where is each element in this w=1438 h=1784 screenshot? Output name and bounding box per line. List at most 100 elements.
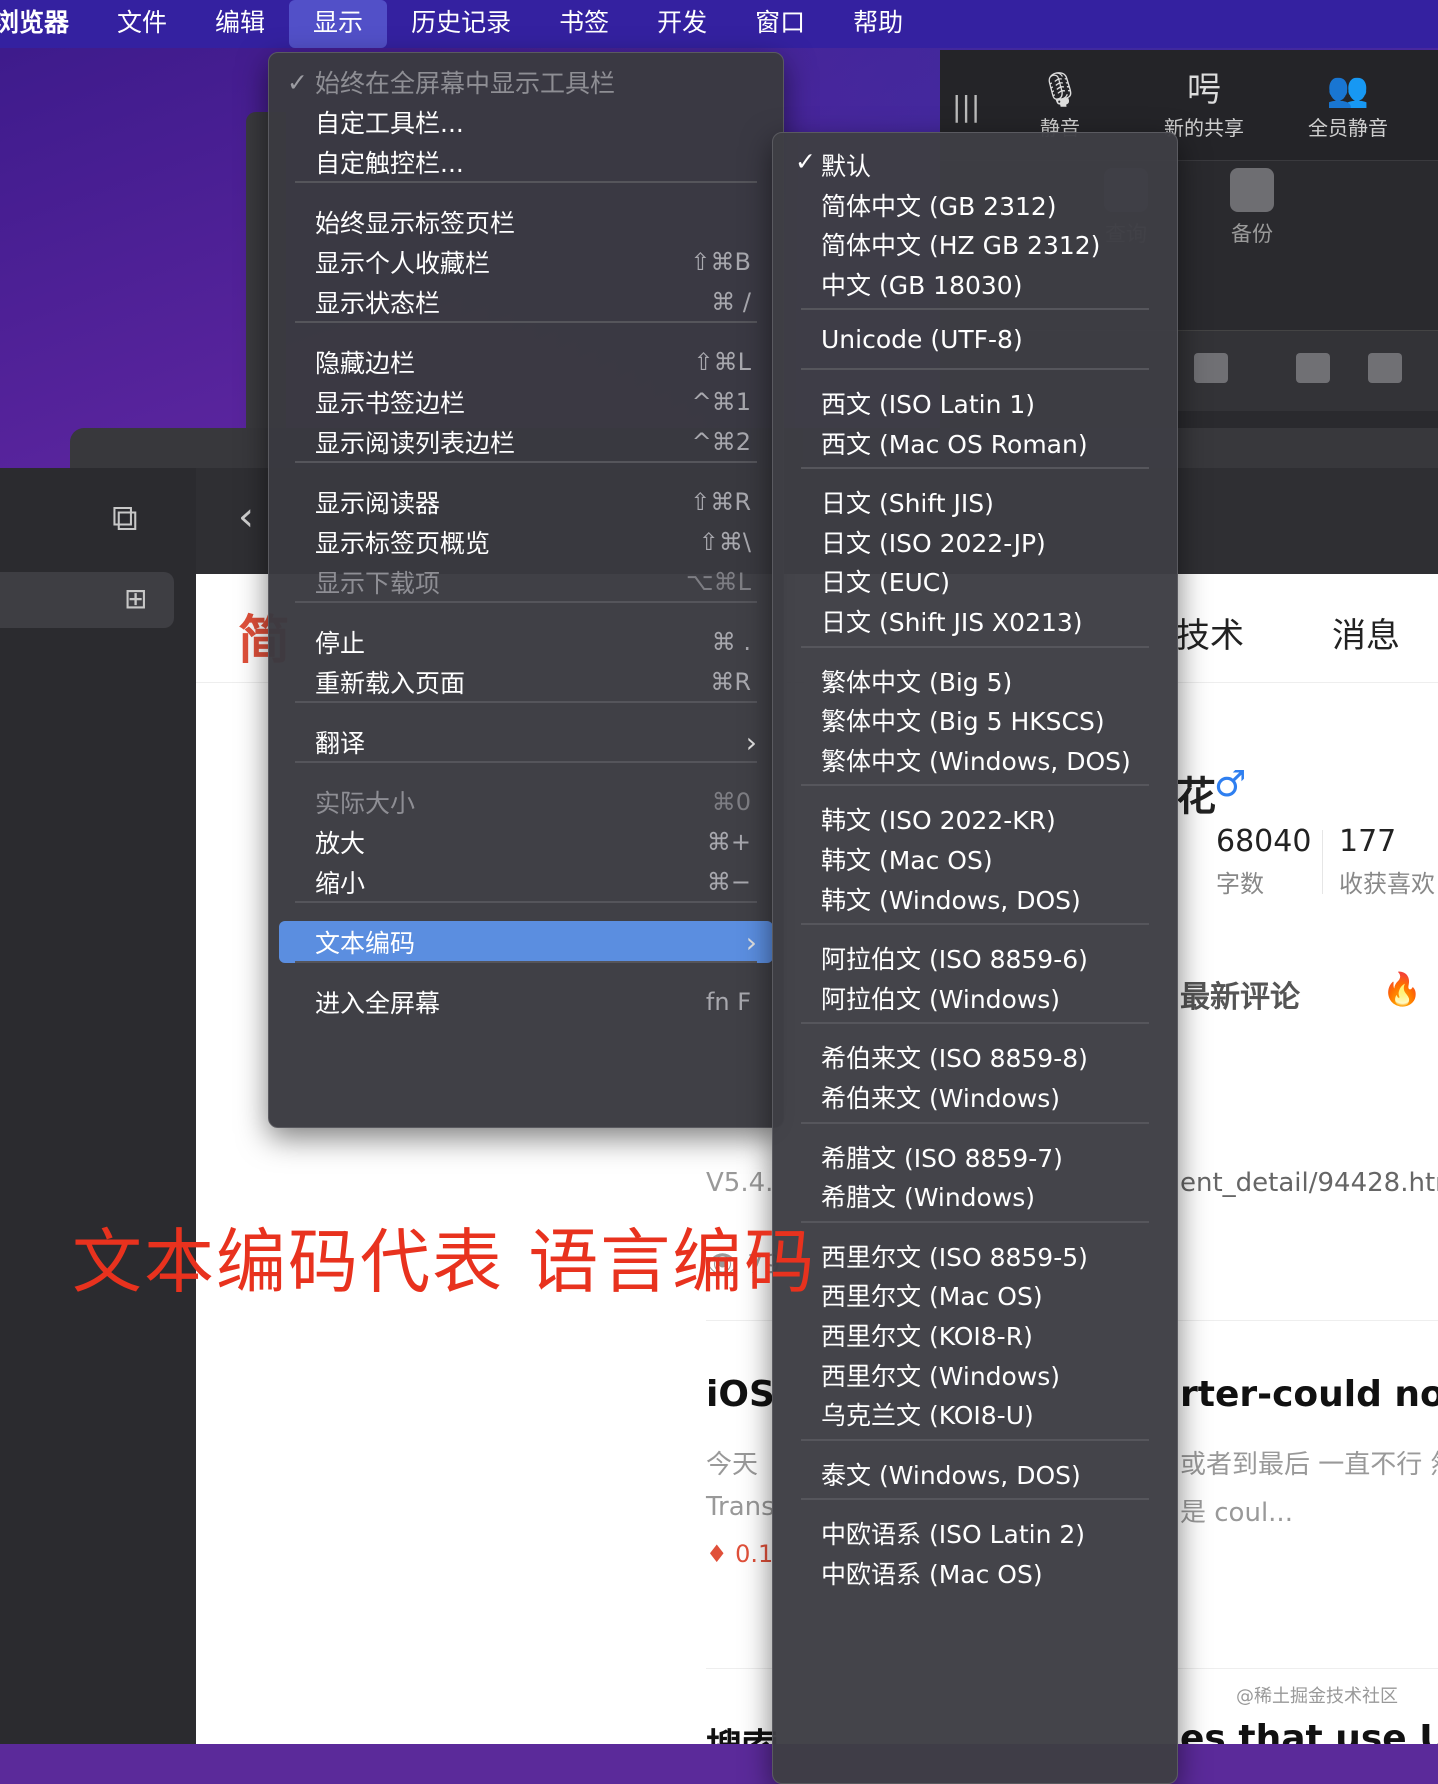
table-export-icon[interactable] bbox=[1368, 353, 1402, 383]
menu-item-show-reader[interactable]: 显示阅读器 ⇧⌘R bbox=[279, 481, 773, 523]
encoding-item[interactable]: 希伯来文 (Windows) bbox=[781, 1073, 1169, 1115]
menu-item-customize-touchbar[interactable]: 自定触控栏... bbox=[279, 141, 773, 183]
encoding-item[interactable]: 西里尔文 (Mac OS) bbox=[781, 1271, 1169, 1313]
menu-item-enter-fullscreen[interactable]: 进入全屏幕 fn F bbox=[279, 981, 773, 1023]
drag-handle-icon[interactable]: ||| bbox=[952, 90, 980, 123]
menu-separator bbox=[801, 1220, 1149, 1223]
sidebar-selected-item[interactable] bbox=[0, 572, 174, 628]
menu-item-hide-sidebar[interactable]: 隐藏边栏 ⇧⌘L bbox=[279, 341, 773, 383]
encoding-item[interactable]: 韩文 (ISO 2022-KR) bbox=[781, 795, 1169, 837]
menubar-item-0[interactable]: 浏览器 bbox=[0, 0, 93, 48]
menu-item-show-reading-list-sidebar[interactable]: 显示阅读列表边栏 ^⌘2 bbox=[279, 421, 773, 463]
encoding-item[interactable]: 阿拉伯文 (Windows) bbox=[781, 974, 1169, 1016]
encoding-item[interactable]: 乌克兰文 (KOI8-U) bbox=[781, 1390, 1169, 1432]
menu-item-actual-size[interactable]: 实际大小 ⌘0 bbox=[279, 781, 773, 823]
menu-separator bbox=[295, 461, 757, 463]
menu-item-always-show-tabbar[interactable]: 始终显示标签页栏 bbox=[279, 201, 773, 243]
text-encoding-submenu: ✓ 默认简体中文 (GB 2312) 简体中文 (HZ GB 2312) 中文 (GB… bbox=[772, 132, 1178, 1784]
encoding-item[interactable]: 希腊文 (ISO 8859-7) bbox=[781, 1133, 1169, 1175]
bottom-article-title-right[interactable]: es that use UIW bbox=[1180, 1718, 1438, 1744]
menu-item-label: 始终显示标签页栏 bbox=[315, 209, 516, 238]
encoding-item[interactable]: 简体中文 (HZ GB 2312) bbox=[781, 220, 1169, 262]
encoding-item[interactable]: 西文 (Mac OS Roman) bbox=[781, 419, 1169, 461]
encoding-item[interactable]: 西里尔文 (KOI8-R) bbox=[781, 1311, 1169, 1353]
menu-item-show-bookmarks-sidebar[interactable]: 显示书签边栏 ^⌘1 bbox=[279, 381, 773, 423]
nav-tech[interactable]: 技术 bbox=[1176, 608, 1244, 657]
encoding-item[interactable]: ✓ 默认 bbox=[781, 141, 1169, 183]
encoding-item[interactable]: 繁体中文 (Windows, DOS) bbox=[781, 736, 1169, 778]
menu-item-zoom-in[interactable]: 放大 ⌘+ bbox=[279, 821, 773, 863]
menubar-item-5[interactable]: 书签 bbox=[535, 0, 633, 48]
encoding-item[interactable]: 中文 (GB 18030) bbox=[781, 260, 1169, 302]
encoding-item[interactable]: 繁体中文 (Big 5) bbox=[781, 657, 1169, 699]
menu-item-always-show-toolbar[interactable]: ✓ 始终在全屏幕中显示工具栏 bbox=[279, 61, 773, 103]
url-text[interactable]: ent_detail/94428.htm bbox=[1180, 1168, 1438, 1198]
encoding-item[interactable]: 韩文 (Mac OS) bbox=[781, 835, 1169, 877]
new-share-button[interactable]: 呺 新的共享 bbox=[1144, 68, 1264, 141]
encoding-item[interactable]: Unicode (UTF-8) bbox=[781, 319, 1169, 361]
mute-button[interactable]: 🎙 静音 bbox=[1000, 68, 1120, 141]
encoding-item[interactable]: 希腊文 (Windows) bbox=[781, 1172, 1169, 1214]
encoding-item-label: 日文 (ISO 2022-JP) bbox=[821, 528, 1046, 558]
menu-item-label: 显示阅读器 bbox=[315, 489, 441, 518]
encoding-item-label: 繁体中文 (Big 5) bbox=[821, 667, 1013, 697]
article-title-right[interactable]: rter-could not d bbox=[1180, 1374, 1438, 1415]
encoding-item[interactable]: 中欧语系 (Mac OS) bbox=[781, 1549, 1169, 1591]
menu-item-zoom-out[interactable]: 缩小 ⌘− bbox=[279, 861, 773, 903]
menu-separator bbox=[801, 1022, 1149, 1025]
menubar-item-7[interactable]: 窗口 bbox=[731, 0, 829, 48]
table-delete-icon[interactable] bbox=[1194, 353, 1228, 383]
encoding-item[interactable]: 韩文 (Windows, DOS) bbox=[781, 875, 1169, 917]
menubar-item-6[interactable]: 开发 bbox=[633, 0, 731, 48]
menu-item-label: 显示个人收藏栏 bbox=[315, 249, 491, 278]
menubar-item-8[interactable]: 帮助 bbox=[829, 0, 927, 48]
latest-comments-tab[interactable]: 最新评论 bbox=[1180, 972, 1300, 1016]
encoding-item[interactable]: 西里尔文 (Windows) bbox=[781, 1351, 1169, 1393]
encoding-item[interactable]: 日文 (Shift JIS X0213) bbox=[781, 597, 1169, 639]
menu-item-show-favorites-bar[interactable]: 显示个人收藏栏 ⇧⌘B bbox=[279, 241, 773, 283]
encoding-item[interactable]: 泰文 (Windows, DOS) bbox=[781, 1450, 1169, 1492]
browser-sidebar: ⧉ ⊞ bbox=[0, 468, 197, 1744]
menu-item-translate[interactable]: 翻译 › bbox=[279, 721, 773, 763]
menu-item-text-encoding[interactable]: 文本编码 › bbox=[279, 921, 773, 963]
encoding-item[interactable]: 阿拉伯文 (ISO 8859-6) bbox=[781, 934, 1169, 976]
menubar-item-1[interactable]: 文件 bbox=[93, 0, 191, 48]
grid-icon[interactable]: ⊞ bbox=[124, 582, 147, 615]
encoding-item-label: 西里尔文 (ISO 8859-5) bbox=[821, 1242, 1088, 1272]
backup-button[interactable]: 备份 bbox=[1192, 168, 1312, 248]
encoding-item[interactable]: 希伯来文 (ISO 8859-8) bbox=[781, 1033, 1169, 1075]
table-refresh-icon[interactable] bbox=[1296, 353, 1330, 383]
menu-item-stop[interactable]: 停止 ⌘ . bbox=[279, 621, 773, 663]
encoding-item[interactable]: 中欧语系 (ISO Latin 2) bbox=[781, 1509, 1169, 1551]
new-tab-group-icon[interactable]: ⧉ bbox=[112, 498, 138, 540]
back-chevron-icon[interactable]: ‹ bbox=[238, 494, 254, 540]
menu-item-show-status-bar[interactable]: 显示状态栏 ⌘ / bbox=[279, 281, 773, 323]
menu-item-shortcut: ^⌘2 bbox=[691, 428, 751, 456]
menu-item-shortcut: ⇧⌘L bbox=[693, 348, 751, 376]
encoding-item-label: 西里尔文 (Mac OS) bbox=[821, 1282, 1043, 1312]
menu-separator bbox=[295, 601, 757, 603]
encoding-item[interactable]: 日文 (Shift JIS) bbox=[781, 478, 1169, 520]
nav-messages[interactable]: 消息 bbox=[1332, 608, 1400, 657]
menubar-item-4[interactable]: 历史记录 bbox=[387, 0, 535, 48]
bottom-article-title[interactable]: 搜索 bbox=[706, 1718, 778, 1744]
fire-icon[interactable]: 🔥 bbox=[1382, 970, 1422, 1008]
encoding-item[interactable]: 西文 (ISO Latin 1) bbox=[781, 379, 1169, 421]
mute-all-button[interactable]: 👥 全员静音 bbox=[1288, 68, 1408, 141]
menu-item-show-downloads[interactable]: 显示下载项 ⌥⌘L bbox=[279, 561, 773, 603]
encoding-item[interactable]: 简体中文 (GB 2312) bbox=[781, 181, 1169, 223]
male-gender-icon: ♂ bbox=[1214, 764, 1247, 805]
menu-item-reload-page[interactable]: 重新载入页面 ⌘R bbox=[279, 661, 773, 703]
encoding-item-label: 简体中文 (GB 2312) bbox=[821, 191, 1057, 221]
article-title[interactable]: iOS bbox=[706, 1374, 775, 1415]
encoding-item[interactable]: 日文 (ISO 2022-JP) bbox=[781, 518, 1169, 560]
menu-item-show-tab-overview[interactable]: 显示标签页概览 ⇧⌘\ bbox=[279, 521, 773, 563]
encoding-item[interactable]: 繁体中文 (Big 5 HKSCS) bbox=[781, 696, 1169, 738]
checkmark-icon: ✓ bbox=[795, 147, 816, 176]
menu-item-customize-toolbar[interactable]: 自定工具栏... bbox=[279, 101, 773, 143]
encoding-item[interactable]: 西里尔文 (ISO 8859-5) bbox=[781, 1232, 1169, 1274]
encoding-item-label: 阿拉伯文 (ISO 8859-6) bbox=[821, 945, 1088, 975]
encoding-item[interactable]: 日文 (EUC) bbox=[781, 557, 1169, 599]
menubar-item-2[interactable]: 编辑 bbox=[191, 0, 289, 48]
menubar-item-3[interactable]: 显示 bbox=[289, 0, 388, 48]
